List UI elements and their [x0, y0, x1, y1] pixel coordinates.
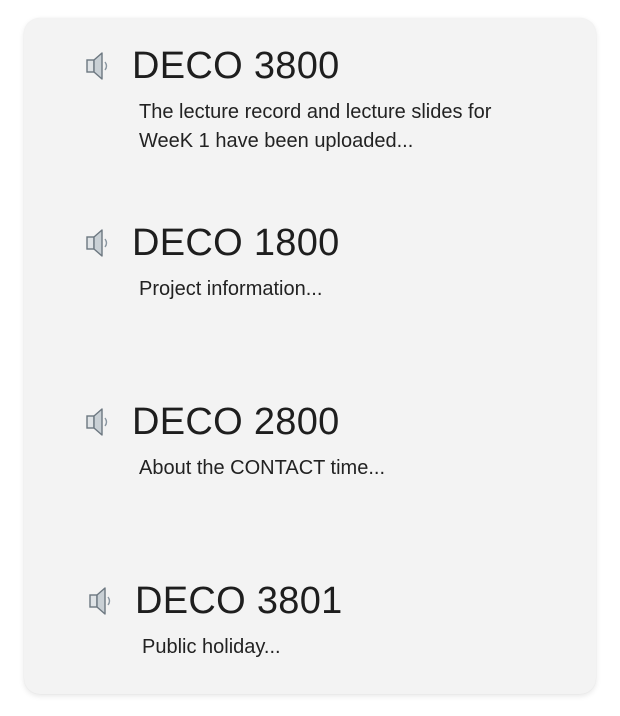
announcement-summary: Public holiday... [142, 633, 542, 662]
speaker-icon [84, 402, 114, 442]
course-title: DECO 3801 [135, 582, 343, 620]
announcement-summary: About the CONTACT time... [139, 454, 539, 483]
announcement-item[interactable]: DECO 3801 Public holiday... [87, 577, 557, 662]
course-title: DECO 2800 [132, 403, 340, 441]
announcements-panel: DECO 3800 The lecture record and lecture… [24, 18, 596, 694]
speaker-icon [84, 223, 114, 263]
course-title: DECO 3800 [132, 47, 340, 85]
course-title: DECO 1800 [132, 224, 340, 262]
announcement-summary: The lecture record and lecture slides fo… [139, 98, 539, 156]
announcement-item[interactable]: DECO 3800 The lecture record and lecture… [84, 42, 554, 156]
announcement-item[interactable]: DECO 1800 Project information... [84, 219, 554, 304]
announcement-summary: Project information... [139, 275, 539, 304]
announcement-item[interactable]: DECO 2800 About the CONTACT time... [84, 398, 554, 483]
speaker-icon [84, 46, 114, 86]
speaker-icon [87, 581, 117, 621]
